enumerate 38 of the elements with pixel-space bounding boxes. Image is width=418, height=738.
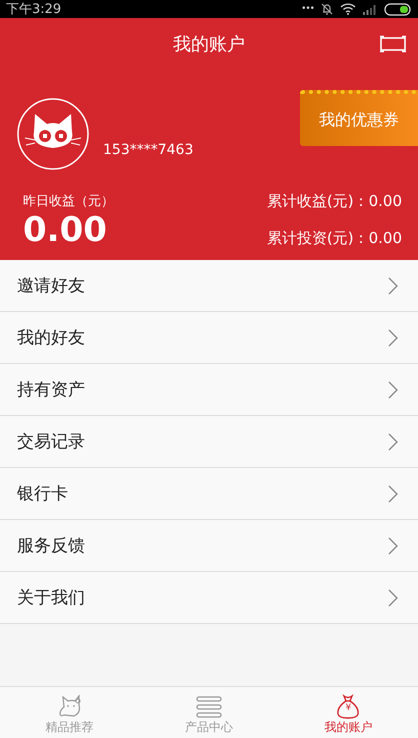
- chevron-right-icon: [388, 276, 398, 294]
- menu-item[interactable]: 关于我们: [0, 572, 418, 624]
- menu-icon: [194, 695, 223, 719]
- yesterday-earnings-label: 昨日收益（元）: [23, 193, 114, 210]
- notification-dots: •••: [301, 4, 314, 14]
- tab[interactable]: ¥ 我的账户: [278, 687, 418, 738]
- menu-item[interactable]: 银行卡: [0, 468, 418, 520]
- signal-icon: [362, 3, 378, 15]
- total-stat: 累计收益(元)：0.00: [266, 192, 402, 211]
- page-title: 我的账户: [173, 33, 245, 56]
- chevron-right-icon: [388, 432, 398, 450]
- total-stat: 累计投资(元)：0.00: [266, 229, 402, 248]
- menu-label: 关于我们: [17, 587, 85, 609]
- status-time: 下午3:29: [6, 1, 62, 18]
- battery-icon: [384, 2, 412, 16]
- menu-label: 邀请好友: [17, 275, 85, 297]
- rectangle-icon[interactable]: [380, 35, 406, 53]
- muted-bell-icon: [320, 2, 334, 16]
- menu-item[interactable]: 邀请好友: [0, 260, 418, 312]
- wifi-icon: [340, 3, 356, 15]
- menu-label: 服务反馈: [17, 535, 85, 557]
- phone-number: 153****7463: [103, 142, 194, 158]
- menu-item[interactable]: 持有资产: [0, 364, 418, 416]
- money-bag-icon: ¥: [335, 693, 362, 719]
- chevron-right-icon: [388, 380, 398, 398]
- yesterday-earnings-value: 0.00: [23, 210, 108, 251]
- cat-avatar-icon[interactable]: [17, 98, 89, 170]
- chevron-right-icon: [388, 484, 398, 502]
- menu-label: 我的好友: [17, 327, 85, 349]
- chevron-right-icon: [388, 588, 398, 606]
- menu-label: 银行卡: [17, 483, 68, 505]
- menu-item[interactable]: 交易记录: [0, 416, 418, 468]
- menu-label: 交易记录: [17, 431, 85, 453]
- menu-item[interactable]: 我的好友: [0, 312, 418, 364]
- chevron-right-icon: [388, 328, 398, 346]
- chevron-right-icon: [388, 536, 398, 554]
- menu-item[interactable]: 服务反馈: [0, 520, 418, 572]
- menu-label: 持有资产: [17, 379, 85, 401]
